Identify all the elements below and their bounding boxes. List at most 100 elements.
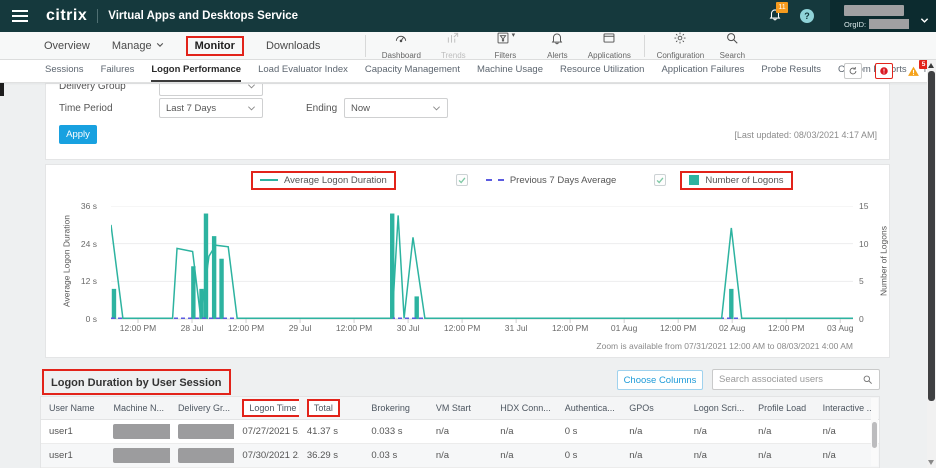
left-axis-label: Average Logon Duration: [62, 205, 72, 318]
notification-bell-icon[interactable]: 11: [768, 7, 782, 26]
legend-checkbox[interactable]: [456, 174, 468, 186]
column-header-gpos[interactable]: GPOs: [621, 403, 685, 413]
subnav-tab-capacity-management[interactable]: Capacity Management: [365, 60, 460, 82]
table-row[interactable]: user1.07/30/2021 2...36.29 s0.03 sn/an/a…: [41, 444, 879, 468]
table-cell: n/a: [492, 450, 556, 461]
column-header-logon-time[interactable]: Logon Time: [234, 399, 298, 417]
scroll-down-arrow[interactable]: [928, 460, 934, 465]
table-cell: .: [105, 448, 169, 463]
chevron-down-icon: [156, 40, 164, 52]
subnav-tab-logon-performance[interactable]: Logon Performance: [151, 60, 241, 82]
subnav-tab-probe-results[interactable]: Probe Results: [761, 60, 821, 82]
time-period-dropdown[interactable]: Last 7 Days: [159, 98, 263, 118]
table-cell: .: [105, 424, 169, 439]
left-axis-tick: 24 s: [81, 239, 97, 249]
column-header-machine-n[interactable]: Machine N...: [105, 403, 169, 413]
toolbar-item-filters[interactable]: ▾Filters: [479, 31, 531, 60]
help-icon[interactable]: ?: [800, 9, 814, 23]
table-cell: n/a: [815, 450, 879, 461]
nav-tab-label: Overview: [44, 40, 90, 52]
legend-item-previous-7-days-average[interactable]: Previous 7 Days Average: [486, 175, 617, 186]
redacted-org-id: [869, 19, 909, 29]
column-header-hdx-conn[interactable]: HDX Conn...: [492, 403, 556, 413]
column-header-delivery-gr[interactable]: Delivery Gr...: [170, 403, 234, 413]
nav-tab-monitor[interactable]: Monitor: [186, 36, 244, 56]
column-header-interactive[interactable]: Interactive ...: [815, 403, 879, 413]
toolbar-icon-row: [725, 31, 739, 50]
subnav-tab-application-failures[interactable]: Application Failures: [661, 60, 744, 82]
column-header-user-name[interactable]: User Name: [41, 403, 105, 413]
column-header-total[interactable]: Total: [299, 399, 363, 417]
table-cell: 0 s: [557, 426, 621, 437]
x-axis-label: 31 Jul: [505, 323, 528, 333]
top-bar: citrix Virtual Apps and Desktops Service…: [0, 0, 936, 32]
x-axis-label: 12:00 PM: [228, 323, 264, 333]
toolbar-item-alerts[interactable]: Alerts: [531, 31, 583, 60]
search-input[interactable]: [713, 374, 862, 385]
subnav-tab-sessions[interactable]: Sessions: [45, 60, 84, 82]
table-body: user1.07/27/2021 5...41.37 s0.033 sn/an/…: [41, 420, 879, 468]
redacted-block: [178, 448, 234, 463]
column-header-label: Delivery Gr...: [178, 403, 230, 413]
right-axis-label: Number of Logons: [879, 205, 889, 318]
table-cell: n/a: [492, 426, 556, 437]
delivery-group-dropdown[interactable]: [159, 83, 263, 96]
legend-item-number-of-logons[interactable]: Number of Logons: [680, 171, 792, 190]
choose-columns-button[interactable]: Choose Columns: [617, 370, 703, 390]
x-axis-label: 12:00 PM: [120, 323, 156, 333]
toolbar-icon-row: [550, 31, 564, 50]
toolbar-item-dashboard[interactable]: Dashboard: [375, 31, 427, 60]
legend-checkbox[interactable]: [654, 174, 666, 186]
nav-tab-manage[interactable]: Manage: [112, 40, 164, 52]
logon-count-bar: [112, 289, 116, 319]
right-axis-tick: 10: [859, 239, 868, 249]
column-header-profile-load[interactable]: Profile Load: [750, 403, 814, 413]
table-row[interactable]: user1.07/27/2021 5...41.37 s0.033 sn/an/…: [41, 420, 879, 444]
column-header-label: Interactive ...: [823, 403, 875, 413]
toolbar-item-configuration[interactable]: Configuration: [654, 31, 706, 60]
toolbar-item-label: Filters: [494, 51, 516, 60]
nav-tab-overview[interactable]: Overview: [44, 40, 90, 52]
column-header-label: User Name: [49, 403, 95, 413]
redacted-block: [113, 424, 169, 439]
refresh-button[interactable]: [844, 63, 862, 79]
nav-tab-downloads[interactable]: Downloads: [266, 40, 320, 52]
column-header-logon-scri[interactable]: Logon Scri...: [686, 403, 750, 413]
logon-performance-chart[interactable]: [111, 206, 853, 324]
page-scrollbar-thumb[interactable]: [928, 71, 935, 401]
chevron-down-icon[interactable]: [920, 12, 929, 21]
account-section[interactable]: OrgID:: [830, 0, 936, 32]
subnav-tab-machine-usage[interactable]: Machine Usage: [477, 60, 543, 82]
org-id-label: OrgID:: [844, 20, 866, 29]
filters-icon: [496, 31, 510, 50]
chevron-down-icon: [247, 83, 256, 91]
column-header-label: Authentica...: [565, 403, 615, 413]
subnav-tab-failures[interactable]: Failures: [101, 60, 135, 82]
column-header-brokering[interactable]: Brokering: [363, 403, 427, 413]
hamburger-menu-icon[interactable]: [0, 0, 40, 32]
x-axis-label: 12:00 PM: [444, 323, 480, 333]
subnav-tab-load-evaluator-index[interactable]: Load Evaluator Index: [258, 60, 348, 82]
right-axis-tick: 15: [859, 201, 868, 211]
main-nav: Overview Manage Monitor Downloads Dashboard…: [0, 32, 936, 60]
table-scrollbar: [871, 398, 878, 466]
apply-button[interactable]: Apply: [59, 125, 97, 144]
search-icon[interactable]: [862, 374, 873, 385]
table-scrollbar-thumb[interactable]: [872, 422, 877, 448]
column-header-authentica[interactable]: Authentica...: [557, 403, 621, 413]
toolbar-item-search[interactable]: Search: [706, 31, 758, 60]
scroll-up-arrow[interactable]: [928, 63, 934, 68]
column-header-label: VM Start: [436, 403, 471, 413]
toolbar-item-applications[interactable]: Applications: [583, 31, 635, 60]
error-alert-button[interactable]: [875, 63, 893, 79]
column-header-vm-start[interactable]: VM Start: [428, 403, 492, 413]
column-header-label: Brokering: [371, 403, 410, 413]
ending-dropdown[interactable]: Now: [344, 98, 448, 118]
subnav-tab-resource-utilization[interactable]: Resource Utilization: [560, 60, 644, 82]
warning-alert-button[interactable]: 5: [906, 63, 924, 79]
x-axis-label: 02 Aug: [719, 323, 745, 333]
legend-item-average-logon-duration[interactable]: Average Logon Duration: [251, 171, 396, 190]
toolbar-icon-row: [673, 31, 687, 50]
chevron-down-icon: [432, 104, 441, 113]
logon-count-bar: [415, 296, 419, 319]
